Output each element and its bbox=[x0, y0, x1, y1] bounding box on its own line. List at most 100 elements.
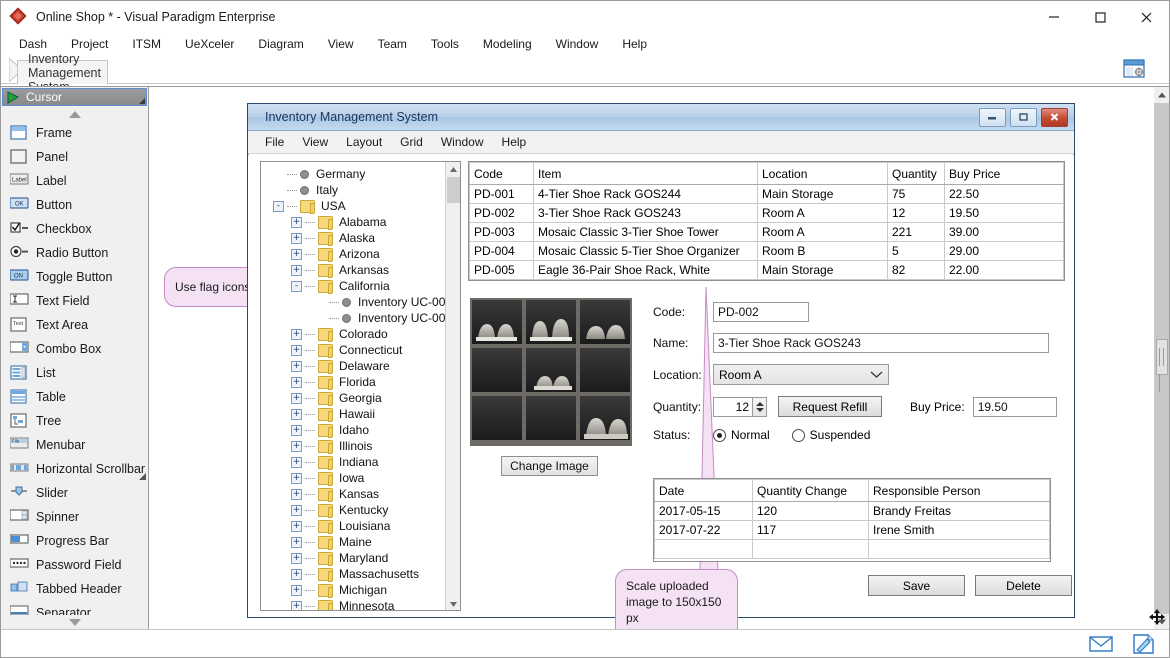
document-tab[interactable]: Inventory Management System bbox=[9, 52, 108, 94]
save-button[interactable]: Save bbox=[868, 575, 965, 596]
menu-modeling[interactable]: Modeling bbox=[471, 34, 544, 54]
palette-item-tree[interactable]: Tree bbox=[1, 409, 148, 433]
menu-itsm[interactable]: ITSM bbox=[120, 34, 173, 54]
menu-view[interactable]: View bbox=[316, 34, 366, 54]
table-empty-row[interactable] bbox=[469, 279, 1064, 280]
menu-project[interactable]: Project bbox=[59, 34, 120, 54]
collapse-node-icon[interactable]: - bbox=[273, 200, 284, 212]
expand-node-icon[interactable]: + bbox=[291, 472, 302, 484]
product-image[interactable] bbox=[470, 298, 632, 446]
product-table-cell[interactable]: 75 bbox=[887, 184, 945, 204]
product-table-cell[interactable]: PD-004 bbox=[469, 241, 534, 261]
product-table[interactable]: Code Item Location Quantity Buy Price PD-001… bbox=[468, 161, 1065, 281]
palette-item-tabbed-header[interactable]: Tabbed Header bbox=[1, 577, 148, 601]
expand-node-icon[interactable]: + bbox=[291, 456, 302, 468]
table-row[interactable]: PD-003 Mosaic Classic 3-Tier Shoe Tower Ro… bbox=[469, 222, 1064, 242]
buy-price-input[interactable]: 19.50 bbox=[972, 396, 1057, 417]
tree-node[interactable]: + Louisiana bbox=[267, 518, 447, 534]
palette-item-list[interactable]: List bbox=[1, 361, 148, 385]
tree-node[interactable]: + Indiana bbox=[267, 454, 447, 470]
code-input[interactable]: PD-002 bbox=[713, 302, 809, 322]
product-table-column-header[interactable]: Quantity bbox=[887, 162, 945, 185]
tree-node[interactable]: + Illinois bbox=[267, 438, 447, 454]
quantity-spinner-buttons[interactable] bbox=[753, 396, 767, 417]
palette-item-text-field[interactable]: Text Field bbox=[1, 289, 148, 313]
expand-node-icon[interactable]: + bbox=[291, 520, 302, 532]
expand-node-icon[interactable]: + bbox=[291, 344, 302, 356]
table-row[interactable]: PD-004 Mosaic Classic 5-Tier Shoe Organiz… bbox=[469, 241, 1064, 261]
product-table-empty-cell[interactable] bbox=[469, 279, 534, 280]
mockup-maximize-button[interactable] bbox=[1010, 107, 1037, 127]
tree-node[interactable]: + Colorado bbox=[267, 326, 447, 342]
history-table-cell[interactable]: 2017-05-15 bbox=[654, 501, 753, 521]
expand-node-icon[interactable]: + bbox=[291, 488, 302, 500]
delete-button[interactable]: Delete bbox=[975, 575, 1072, 596]
palette-item-frame[interactable]: Frame bbox=[1, 121, 148, 145]
history-table-cell[interactable]: Brandy Freitas bbox=[868, 501, 1050, 521]
location-select[interactable]: Room A bbox=[713, 364, 889, 385]
expand-node-icon[interactable]: + bbox=[291, 216, 302, 228]
canvas-scroll-thumb[interactable] bbox=[1156, 339, 1168, 392]
product-table-cell[interactable]: 29.00 bbox=[944, 241, 1064, 261]
mockup-close-button[interactable] bbox=[1041, 107, 1068, 127]
expand-node-icon[interactable]: + bbox=[291, 392, 302, 404]
palette-item-radio-button[interactable]: Radio Button bbox=[1, 241, 148, 265]
table-row[interactable]: PD-002 3-Tier Shoe Rack GOS243 Room A 12 19.… bbox=[469, 203, 1064, 223]
expand-node-icon[interactable]: + bbox=[291, 600, 302, 610]
menu-team[interactable]: Team bbox=[366, 34, 419, 54]
palette-scroll-up-button[interactable] bbox=[1, 107, 148, 121]
tree-node[interactable]: + Maine bbox=[267, 534, 447, 550]
palette-item-cursor[interactable]: Cursor bbox=[2, 88, 147, 106]
collapse-node-icon[interactable]: - bbox=[291, 280, 302, 292]
menu-dash[interactable]: Dash bbox=[7, 34, 59, 54]
tree-node[interactable]: - USA bbox=[267, 198, 447, 214]
tree-node[interactable]: + Florida bbox=[267, 374, 447, 390]
palette-item-progress-bar[interactable]: Progress Bar bbox=[1, 529, 148, 553]
menu-diagram[interactable]: Diagram bbox=[246, 34, 315, 54]
callout-scale-image[interactable]: Scale uploaded image to 150x150 px bbox=[615, 569, 738, 630]
tree-node[interactable]: + Delaware bbox=[267, 358, 447, 374]
mockup-menu-file[interactable]: File bbox=[256, 133, 293, 151]
open-specification-icon[interactable] bbox=[1123, 59, 1145, 79]
message-envelope-icon[interactable] bbox=[1089, 635, 1113, 653]
history-table-column-header[interactable]: Date bbox=[654, 479, 753, 502]
tree-node[interactable]: + Maryland bbox=[267, 550, 447, 566]
expand-node-icon[interactable]: + bbox=[291, 440, 302, 452]
tree-node[interactable]: Inventory UC-0016A bbox=[267, 310, 447, 326]
tree-node[interactable]: Italy bbox=[267, 182, 447, 198]
palette-item-combo-box[interactable]: Combo Box bbox=[1, 337, 148, 361]
history-table-column-header[interactable]: Quantity Change bbox=[752, 479, 869, 502]
history-table-cell[interactable]: 120 bbox=[752, 501, 869, 521]
product-table-cell[interactable]: 82 bbox=[887, 260, 945, 280]
palette-item-separator[interactable]: Separator bbox=[1, 601, 148, 615]
palette-item-checkbox[interactable]: Checkbox bbox=[1, 217, 148, 241]
product-table-cell[interactable]: Main Storage bbox=[757, 260, 888, 280]
product-table-cell[interactable]: PD-003 bbox=[469, 222, 534, 242]
product-table-empty-cell[interactable] bbox=[533, 279, 758, 280]
palette-item-password-field[interactable]: Password Field bbox=[1, 553, 148, 577]
tree-node[interactable]: + Alabama bbox=[267, 214, 447, 230]
palette-item-horizontal-scrollbar[interactable]: Horizontal Scrollbar bbox=[1, 457, 148, 481]
product-table-cell[interactable]: 39.00 bbox=[944, 222, 1064, 242]
menu-help[interactable]: Help bbox=[610, 34, 659, 54]
tree-node[interactable]: + Arkansas bbox=[267, 262, 447, 278]
product-table-empty-cell[interactable] bbox=[757, 279, 888, 280]
palette-item-button[interactable]: OK Button bbox=[1, 193, 148, 217]
expand-node-icon[interactable]: + bbox=[291, 328, 302, 340]
tree-node[interactable]: Germany bbox=[267, 166, 447, 182]
mockup-minimize-button[interactable] bbox=[979, 107, 1006, 127]
tree-node[interactable]: + Kentucky bbox=[267, 502, 447, 518]
product-table-column-header[interactable]: Item bbox=[533, 162, 758, 185]
mockup-menu-grid[interactable]: Grid bbox=[391, 133, 432, 151]
spinner-up-icon[interactable] bbox=[755, 401, 764, 406]
palette-item-table[interactable]: Table bbox=[1, 385, 148, 409]
product-table-cell[interactable]: 22.00 bbox=[944, 260, 1064, 280]
palette-item-panel[interactable]: Panel bbox=[1, 145, 148, 169]
expand-node-icon[interactable]: + bbox=[291, 360, 302, 372]
expand-node-icon[interactable]: + bbox=[291, 248, 302, 260]
tree-node[interactable]: + Idaho bbox=[267, 422, 447, 438]
tree-scroll-up-button[interactable] bbox=[446, 162, 460, 177]
table-row[interactable]: PD-001 4-Tier Shoe Rack GOS244 Main Storag… bbox=[469, 184, 1064, 204]
expand-node-icon[interactable]: + bbox=[291, 424, 302, 436]
history-table-empty-cell[interactable] bbox=[868, 539, 1050, 559]
